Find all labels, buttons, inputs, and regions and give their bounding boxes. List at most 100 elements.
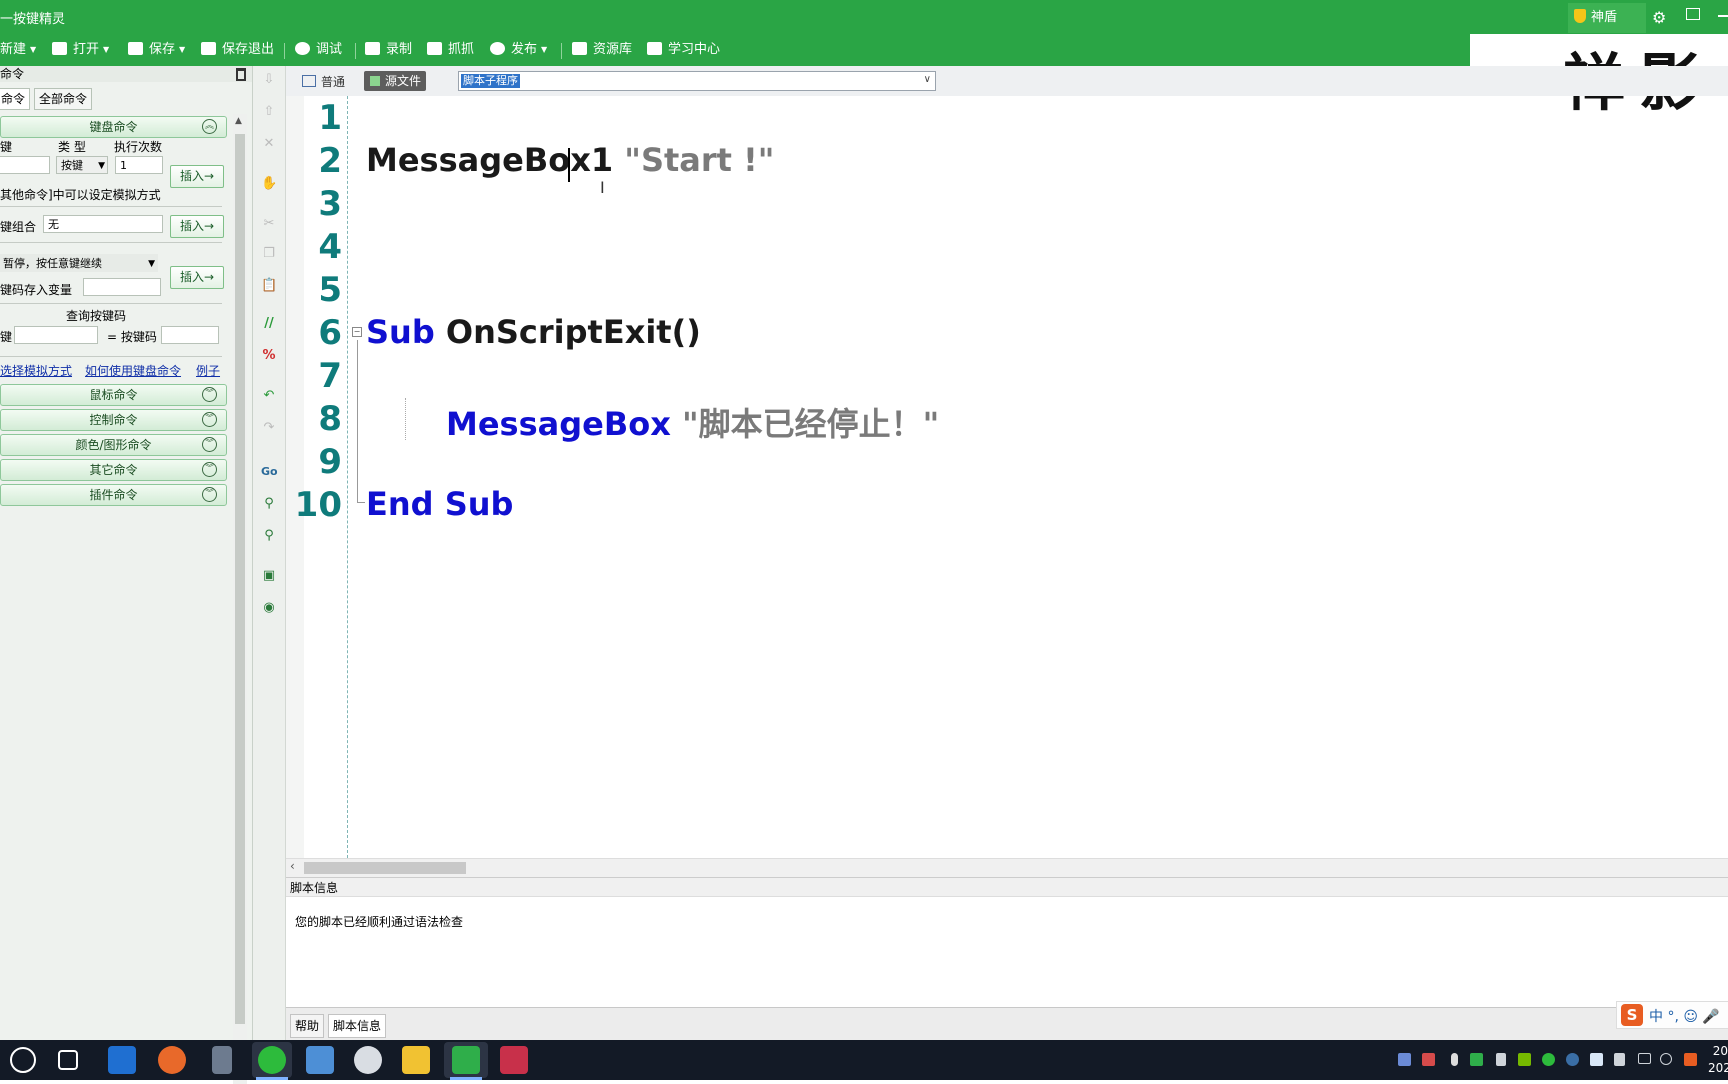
group-color[interactable]: 颜色/图形命令 ︾	[0, 434, 227, 456]
search-circle-icon[interactable]	[10, 1047, 36, 1073]
code-line-10[interactable]: End Sub	[366, 485, 513, 523]
close-circle-icon[interactable]	[1660, 1053, 1672, 1065]
group-control[interactable]: 控制命令 ︾	[0, 409, 227, 431]
scroll-thumb[interactable]	[235, 134, 245, 1024]
group-plugin[interactable]: 插件命令 ︾	[0, 484, 227, 506]
save-exit-button[interactable]: 保存退出	[201, 40, 274, 60]
microphone-icon[interactable]	[1451, 1053, 1458, 1066]
hscroll-thumb[interactable]	[304, 862, 466, 874]
query-key-input[interactable]	[14, 326, 98, 344]
link-example[interactable]: 例子	[196, 362, 220, 379]
combo-input[interactable]: 无	[43, 215, 163, 233]
tab-script-info[interactable]: 脚本信息	[328, 1014, 387, 1038]
panel-scrollbar[interactable]: ▲▼	[233, 114, 247, 1084]
pin-icon[interactable]	[236, 68, 246, 81]
ime-toolbar[interactable]: S 中 °, ☺ 🎤	[1616, 1001, 1728, 1029]
recorder-icon[interactable]	[500, 1046, 528, 1074]
calculator-icon[interactable]	[212, 1046, 232, 1074]
scroll-up-icon[interactable]: ▲	[235, 116, 242, 126]
label-count: 执行次数	[114, 140, 163, 154]
sub-procedure-select[interactable]: 脚本子程序 ∨	[458, 71, 936, 91]
count-input[interactable]: 1	[115, 156, 163, 174]
group-mouse[interactable]: 鼠标命令 ︾	[0, 384, 227, 406]
code-editor[interactable]	[349, 96, 1728, 858]
arrow-up-icon[interactable]: ⇧	[261, 104, 277, 120]
tab-normal[interactable]: 普通	[302, 72, 345, 92]
goto-icon[interactable]: Go	[261, 464, 278, 480]
insert-button-3[interactable]: 插入→	[170, 266, 224, 289]
pen-icon[interactable]	[1496, 1053, 1506, 1066]
code-line-6[interactable]: Sub OnScriptExit()	[366, 313, 701, 351]
tray-sogou-icon[interactable]	[1684, 1053, 1697, 1066]
key-input[interactable]	[0, 156, 50, 174]
task-view-icon[interactable]	[58, 1050, 78, 1070]
steam-icon[interactable]	[1566, 1053, 1579, 1066]
record-button[interactable]: 录制	[365, 40, 412, 60]
app-blue-icon[interactable]	[108, 1046, 136, 1074]
group-other[interactable]: 其它命令 ︾	[0, 459, 227, 481]
nvidia-icon[interactable]	[1518, 1053, 1531, 1066]
tab-source[interactable]: 源文件	[364, 71, 426, 91]
cut-icon[interactable]: ✂	[261, 216, 277, 232]
undo-icon[interactable]: ↶	[261, 388, 277, 404]
minimize-icon[interactable]	[1718, 15, 1728, 17]
comment-icon[interactable]: //	[261, 316, 277, 332]
tray-app-icon[interactable]	[1422, 1053, 1435, 1066]
normal-view-icon	[302, 75, 316, 87]
paste-icon[interactable]: 📋	[261, 278, 277, 294]
pause-select[interactable]: 暂停，按任意键继续 ▼	[0, 254, 158, 272]
query-code-input[interactable]	[161, 326, 219, 344]
shield-button[interactable]: 神盾	[1568, 3, 1646, 33]
wechat-icon[interactable]	[258, 1046, 286, 1074]
find-icon[interactable]: ⚲	[261, 496, 277, 512]
insert-button-1[interactable]: 插入→	[170, 165, 224, 188]
ibeam-cursor-icon: I	[600, 178, 605, 197]
volume-icon[interactable]	[1614, 1053, 1625, 1066]
network-icon[interactable]	[1638, 1053, 1651, 1064]
code-line-8[interactable]: MessageBox "脚本已经停止！"	[446, 399, 939, 445]
anjian-icon[interactable]	[452, 1046, 480, 1074]
gear-icon[interactable]: ⚙	[1652, 8, 1666, 27]
uncomment-icon[interactable]: %	[261, 348, 277, 364]
firefox-icon[interactable]	[158, 1046, 186, 1074]
hand-icon[interactable]: ✋	[261, 176, 277, 192]
store-var-input[interactable]	[83, 278, 161, 296]
tray-app-icon[interactable]	[1398, 1053, 1411, 1066]
group-keyboard[interactable]: 键盘命令 ︽	[0, 116, 227, 138]
library-button[interactable]: 资源库	[572, 40, 632, 60]
tab-all-commands[interactable]: 全部命令	[34, 88, 93, 110]
replace-icon[interactable]: ⚲	[261, 528, 277, 544]
tray-anjian-icon[interactable]	[1470, 1053, 1483, 1066]
save-button[interactable]: 保存 ▼	[128, 40, 185, 60]
copy-icon[interactable]: ❐	[261, 246, 277, 262]
view-icon[interactable]: ◉	[261, 600, 277, 616]
camera-app-icon[interactable]	[354, 1046, 382, 1074]
scroll-left-icon[interactable]: ‹	[290, 859, 295, 873]
link-simulate-mode[interactable]: 选择模拟方式	[0, 362, 72, 379]
app-desk-icon[interactable]	[306, 1046, 334, 1074]
grab-button[interactable]: 抓抓	[427, 40, 474, 60]
clock[interactable]: 202023	[1708, 1043, 1728, 1077]
bookmark-icon[interactable]: ▣	[261, 568, 277, 584]
code-line-2[interactable]: MessageBox1 "Start !"	[366, 141, 774, 179]
taskbar: 202023	[0, 1040, 1728, 1080]
link-how-to-use[interactable]: 如何使用键盘命令	[85, 362, 181, 379]
redo-icon[interactable]: ↷	[261, 420, 277, 436]
tab-command[interactable]: 命令	[0, 88, 31, 110]
editor-hscrollbar[interactable]: ‹	[286, 858, 1728, 877]
new-button[interactable]: 新建 ▼	[0, 40, 36, 60]
insert-button-2[interactable]: 插入→	[170, 215, 224, 238]
file-explorer-icon[interactable]	[402, 1046, 430, 1074]
open-button[interactable]: 打开 ▼	[52, 40, 109, 60]
tray-cloud-icon[interactable]	[1590, 1053, 1603, 1066]
learn-center-button[interactable]: 学习中心	[647, 40, 720, 60]
tray-wechat-icon[interactable]	[1542, 1053, 1555, 1066]
tab-help[interactable]: 帮助	[290, 1014, 325, 1038]
arrow-down-icon[interactable]: ⇩	[261, 72, 277, 88]
restore-icon[interactable]	[1686, 8, 1700, 20]
delete-icon[interactable]: ✕	[261, 136, 277, 152]
fold-toggle-icon[interactable]: −	[352, 327, 362, 337]
type-select[interactable]: 按键 ▼	[56, 156, 108, 174]
publish-button[interactable]: 发布 ▼	[490, 40, 547, 60]
debug-button[interactable]: 调试	[295, 40, 342, 60]
